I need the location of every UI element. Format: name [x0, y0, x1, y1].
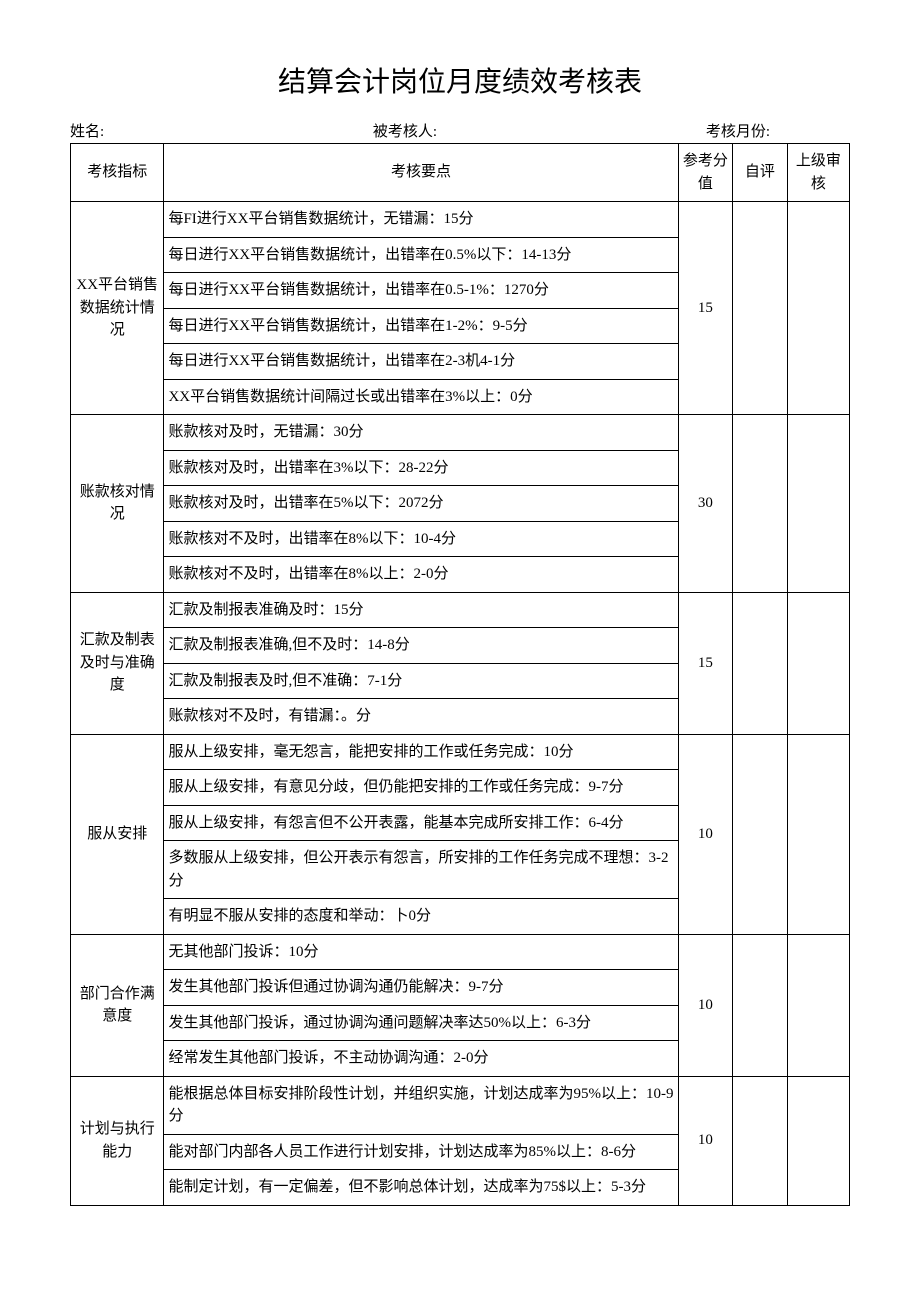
- indicator-cell: 计划与执行能力: [71, 1076, 164, 1205]
- meta-gap: [437, 120, 706, 141]
- point-cell: 服从上级安排，有怨言但不公开表露，能基本完成所安排工作：6-4分: [164, 805, 678, 841]
- assessment-table: 考核指标 考核要点 参考分值 自评 上级审核 XX平台销售数据统计情况每FI进行…: [70, 143, 850, 1206]
- point-cell: 有明显不服从安排的态度和举动：卜0分: [164, 899, 678, 935]
- header-points: 考核要点: [164, 144, 678, 202]
- point-cell: 每日进行XX平台销售数据统计，出错率在2-3机4-1分: [164, 344, 678, 380]
- point-cell: 多数服从上级安排，但公开表示有怨言，所安排的工作任务完成不理想：3-2分: [164, 841, 678, 899]
- header-self-eval: 自评: [733, 144, 788, 202]
- point-cell: 每日进行XX平台销售数据统计，出错率在0.5-1%：1270分: [164, 273, 678, 309]
- point-cell: 每日进行XX平台销售数据统计，出错率在1-2%：9-5分: [164, 308, 678, 344]
- name-label: 姓名:: [70, 120, 104, 141]
- indicator-cell: 部门合作满意度: [71, 934, 164, 1076]
- table-row: 汇款及制表及时与准确度汇款及制报表准确及时：15分15: [71, 592, 850, 628]
- meta-row: 姓名: 被考核人: 考核月份:: [70, 120, 850, 141]
- score-cell: 30: [678, 415, 733, 593]
- supervisor-cell[interactable]: [787, 415, 849, 593]
- page-title: 结算会计岗位月度绩效考核表: [70, 60, 850, 100]
- point-cell: 服从上级安排，毫无怨言，能把安排的工作或任务完成：10分: [164, 734, 678, 770]
- point-cell: 发生其他部门投诉，通过协调沟通问题解决率达50%以上：6-3分: [164, 1005, 678, 1041]
- supervisor-cell[interactable]: [787, 734, 849, 934]
- point-cell: 发生其他部门投诉但通过协调沟通仍能解决：9-7分: [164, 970, 678, 1006]
- indicator-cell: 账款核对情况: [71, 415, 164, 593]
- point-cell: 每FI进行XX平台销售数据统计，无错漏：15分: [164, 202, 678, 238]
- supervisor-cell[interactable]: [787, 592, 849, 734]
- point-cell: 无其他部门投诉：10分: [164, 934, 678, 970]
- point-cell: 经常发生其他部门投诉，不主动协调沟通：2-0分: [164, 1041, 678, 1077]
- point-cell: 账款核对及时，出错率在5%以下：2072分: [164, 486, 678, 522]
- self-eval-cell[interactable]: [733, 734, 788, 934]
- point-cell: 账款核对不及时，有错漏：。分: [164, 699, 678, 735]
- month-label: 考核月份:: [706, 120, 770, 141]
- self-eval-cell[interactable]: [733, 415, 788, 593]
- indicator-cell: 汇款及制表及时与准确度: [71, 592, 164, 734]
- point-cell: 汇款及制报表准确及时：15分: [164, 592, 678, 628]
- point-cell: 汇款及制报表准确,但不及时：14-8分: [164, 628, 678, 664]
- supervisor-cell[interactable]: [787, 1076, 849, 1205]
- self-eval-cell[interactable]: [733, 934, 788, 1076]
- table-row: XX平台销售数据统计情况每FI进行XX平台销售数据统计，无错漏：15分15: [71, 202, 850, 238]
- score-cell: 15: [678, 592, 733, 734]
- score-cell: 10: [678, 934, 733, 1076]
- score-cell: 15: [678, 202, 733, 415]
- indicator-cell: 服从安排: [71, 734, 164, 934]
- score-cell: 10: [678, 734, 733, 934]
- assessee-label: 被考核人:: [373, 120, 437, 141]
- self-eval-cell[interactable]: [733, 202, 788, 415]
- point-cell: 服从上级安排，有意见分歧，但仍能把安排的工作或任务完成：9-7分: [164, 770, 678, 806]
- meta-gap: [770, 120, 850, 141]
- table-row: 计划与执行能力能根据总体目标安排阶段性计划，并组织实施，计划达成率为95%以上：…: [71, 1076, 850, 1134]
- header-indicator: 考核指标: [71, 144, 164, 202]
- point-cell: 账款核对及时，无错漏：30分: [164, 415, 678, 451]
- point-cell: 能制定计划，有一定偏差，但不影响总体计划，达成率为75$以上：5-3分: [164, 1170, 678, 1206]
- supervisor-cell[interactable]: [787, 934, 849, 1076]
- table-row: 部门合作满意度无其他部门投诉：10分10: [71, 934, 850, 970]
- point-cell: 能对部门内部各人员工作进行计划安排，计划达成率为85%以上：8-6分: [164, 1134, 678, 1170]
- self-eval-cell[interactable]: [733, 1076, 788, 1205]
- point-cell: 能根据总体目标安排阶段性计划，并组织实施，计划达成率为95%以上：10-9分: [164, 1076, 678, 1134]
- meta-gap: [104, 120, 373, 141]
- point-cell: 账款核对不及时，出错率在8%以下：10-4分: [164, 521, 678, 557]
- table-row: 账款核对情况账款核对及时，无错漏：30分30: [71, 415, 850, 451]
- self-eval-cell[interactable]: [733, 592, 788, 734]
- score-cell: 10: [678, 1076, 733, 1205]
- table-row: 服从安排服从上级安排，毫无怨言，能把安排的工作或任务完成：10分10: [71, 734, 850, 770]
- point-cell: XX平台销售数据统计间隔过长或出错率在3%以上：0分: [164, 379, 678, 415]
- point-cell: 每日进行XX平台销售数据统计，出错率在0.5%以下：14-13分: [164, 237, 678, 273]
- point-cell: 账款核对不及时，出错率在8%以上：2-0分: [164, 557, 678, 593]
- header-ref-score: 参考分值: [678, 144, 733, 202]
- point-cell: 账款核对及时，出错率在3%以下：28-22分: [164, 450, 678, 486]
- header-supervisor: 上级审核: [787, 144, 849, 202]
- table-header-row: 考核指标 考核要点 参考分值 自评 上级审核: [71, 144, 850, 202]
- supervisor-cell[interactable]: [787, 202, 849, 415]
- indicator-cell: XX平台销售数据统计情况: [71, 202, 164, 415]
- point-cell: 汇款及制报表及时,但不准确：7-1分: [164, 663, 678, 699]
